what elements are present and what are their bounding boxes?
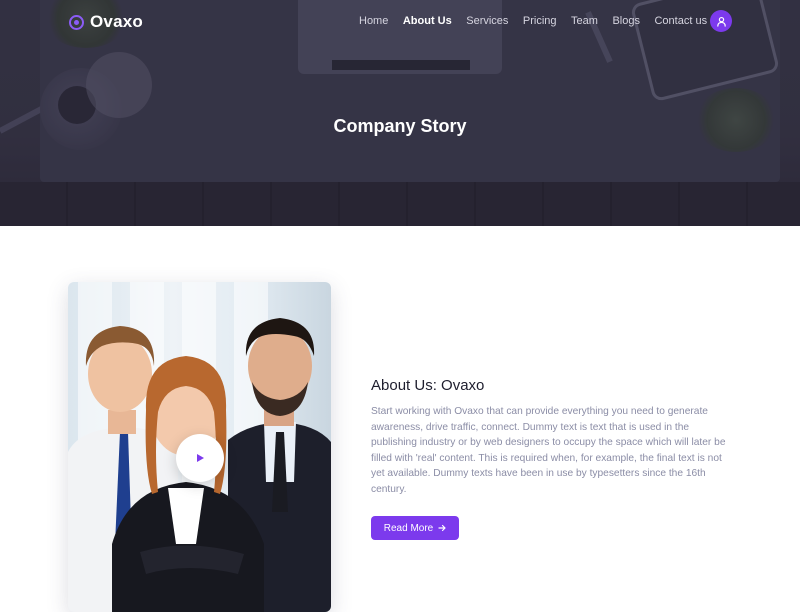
read-more-button[interactable]: Read More	[371, 516, 459, 540]
nav-item-home[interactable]: Home	[359, 15, 388, 27]
brand-logo[interactable]: Ovaxo	[69, 12, 143, 32]
nav-item-services[interactable]: Services	[466, 15, 508, 27]
nav-item-team[interactable]: Team	[571, 15, 598, 27]
read-more-label: Read More	[383, 522, 434, 534]
nav-item-contact-us[interactable]: Contact us	[654, 15, 707, 27]
hero-banner	[0, 0, 800, 226]
nav-item-blogs[interactable]: Blogs	[612, 15, 640, 27]
play-icon	[197, 454, 204, 462]
main-nav: Home About Us Services Pricing Team Blog…	[359, 15, 722, 27]
arrow-right-icon	[438, 524, 446, 532]
user-icon	[716, 16, 726, 27]
play-video-button[interactable]	[176, 434, 224, 482]
nav-item-pricing[interactable]: Pricing	[523, 15, 557, 27]
account-button[interactable]	[710, 10, 732, 32]
page-title: Company Story	[333, 116, 467, 136]
brand-name: Ovaxo	[90, 12, 143, 31]
nav-item-about-us[interactable]: About Us	[403, 15, 452, 27]
hero-overlay	[0, 0, 800, 226]
logo-icon	[69, 14, 84, 30]
about-description: Start working with Ovaxo that can provid…	[371, 406, 726, 495]
about-title: About Us: Ovaxo	[371, 377, 485, 394]
